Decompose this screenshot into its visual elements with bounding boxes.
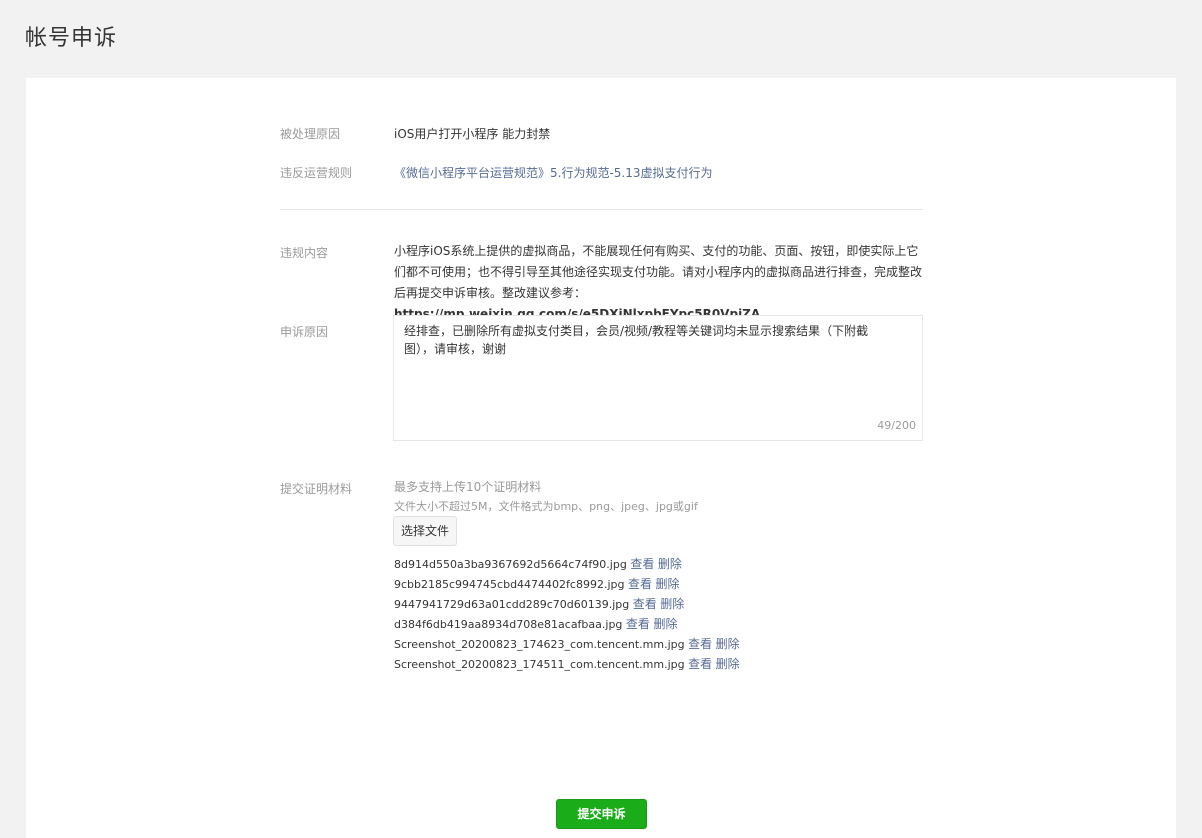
view-file-link[interactable]: 查看: [628, 577, 652, 591]
violation-content: 小程序iOS系统上提供的虚拟商品，不能展现任何有购买、支付的功能、页面、按钮，即…: [394, 241, 924, 325]
delete-file-link[interactable]: 删除: [716, 657, 740, 671]
reason-label: 被处理原因: [280, 127, 341, 141]
delete-file-link[interactable]: 删除: [658, 557, 682, 571]
evidence-hint-count: 最多支持上传10个证明材料: [394, 480, 542, 494]
delete-file-link[interactable]: 删除: [653, 617, 677, 631]
file-name: 9447941729d63a01cdd289c70d60139.jpg: [394, 598, 630, 611]
file-name: Screenshot_20200823_174623_com.tencent.m…: [394, 638, 685, 651]
evidence-label: 提交证明材料: [280, 482, 353, 496]
appeal-textarea[interactable]: 经排查，已删除所有虚拟支付类目，会员/视频/教程等关键词均未显示搜索结果（下附截…: [393, 315, 923, 441]
delete-file-link[interactable]: 删除: [656, 577, 680, 591]
file-item: 9447941729d63a01cdd289c70d60139.jpg 查看 删…: [394, 595, 740, 615]
view-file-link[interactable]: 查看: [633, 597, 657, 611]
section-divider: [280, 209, 923, 210]
content-label: 违规内容: [280, 246, 329, 260]
violation-text: 小程序iOS系统上提供的虚拟商品，不能展现任何有购买、支付的功能、页面、按钮，即…: [394, 244, 923, 300]
file-list: 8d914d550a3ba9367692d5664c74f90.jpg 查看 删…: [394, 555, 740, 675]
appeal-label: 申诉原因: [280, 325, 329, 339]
file-name: d384f6db419aa8934d708e81acafbaa.jpg: [394, 618, 623, 631]
appeal-text[interactable]: 经排查，已删除所有虚拟支付类目，会员/视频/教程等关键词均未显示搜索结果（下附截…: [404, 322, 898, 358]
file-name: 9cbb2185c994745cbd4474402fc8992.jpg: [394, 578, 625, 591]
choose-file-button[interactable]: 选择文件: [393, 516, 457, 546]
file-name: 8d914d550a3ba9367692d5664c74f90.jpg: [394, 558, 627, 571]
rule-link[interactable]: 《微信小程序平台运营规范》5.行为规范-5.13虚拟支付行为: [394, 164, 713, 181]
file-item: d384f6db419aa8934d708e81acafbaa.jpg 查看 删…: [394, 615, 740, 635]
reason-value: iOS用户打开小程序 能力封禁: [394, 127, 551, 141]
view-file-link[interactable]: 查看: [688, 637, 712, 651]
file-item: Screenshot_20200823_174511_com.tencent.m…: [394, 655, 740, 675]
appeal-form-panel: 被处理原因 iOS用户打开小程序 能力封禁 违反运营规则 《微信小程序平台运营规…: [26, 78, 1176, 838]
file-item: 9cbb2185c994745cbd4474402fc8992.jpg 查看 删…: [394, 575, 740, 595]
delete-file-link[interactable]: 删除: [660, 597, 684, 611]
view-file-link[interactable]: 查看: [630, 557, 654, 571]
file-item: Screenshot_20200823_174623_com.tencent.m…: [394, 635, 740, 655]
view-file-link[interactable]: 查看: [626, 617, 650, 631]
char-counter: 49/200: [877, 419, 916, 432]
delete-file-link[interactable]: 删除: [716, 637, 740, 651]
file-name: Screenshot_20200823_174511_com.tencent.m…: [394, 658, 685, 671]
view-file-link[interactable]: 查看: [688, 657, 712, 671]
submit-appeal-button[interactable]: 提交申诉: [556, 799, 647, 829]
evidence-hint-format: 文件大小不超过5M，文件格式为bmp、png、jpeg、jpg或gif: [394, 500, 698, 513]
page-title: 帐号申诉: [25, 26, 118, 51]
file-item: 8d914d550a3ba9367692d5664c74f90.jpg 查看 删…: [394, 555, 740, 575]
rule-label: 违反运营规则: [280, 166, 353, 180]
